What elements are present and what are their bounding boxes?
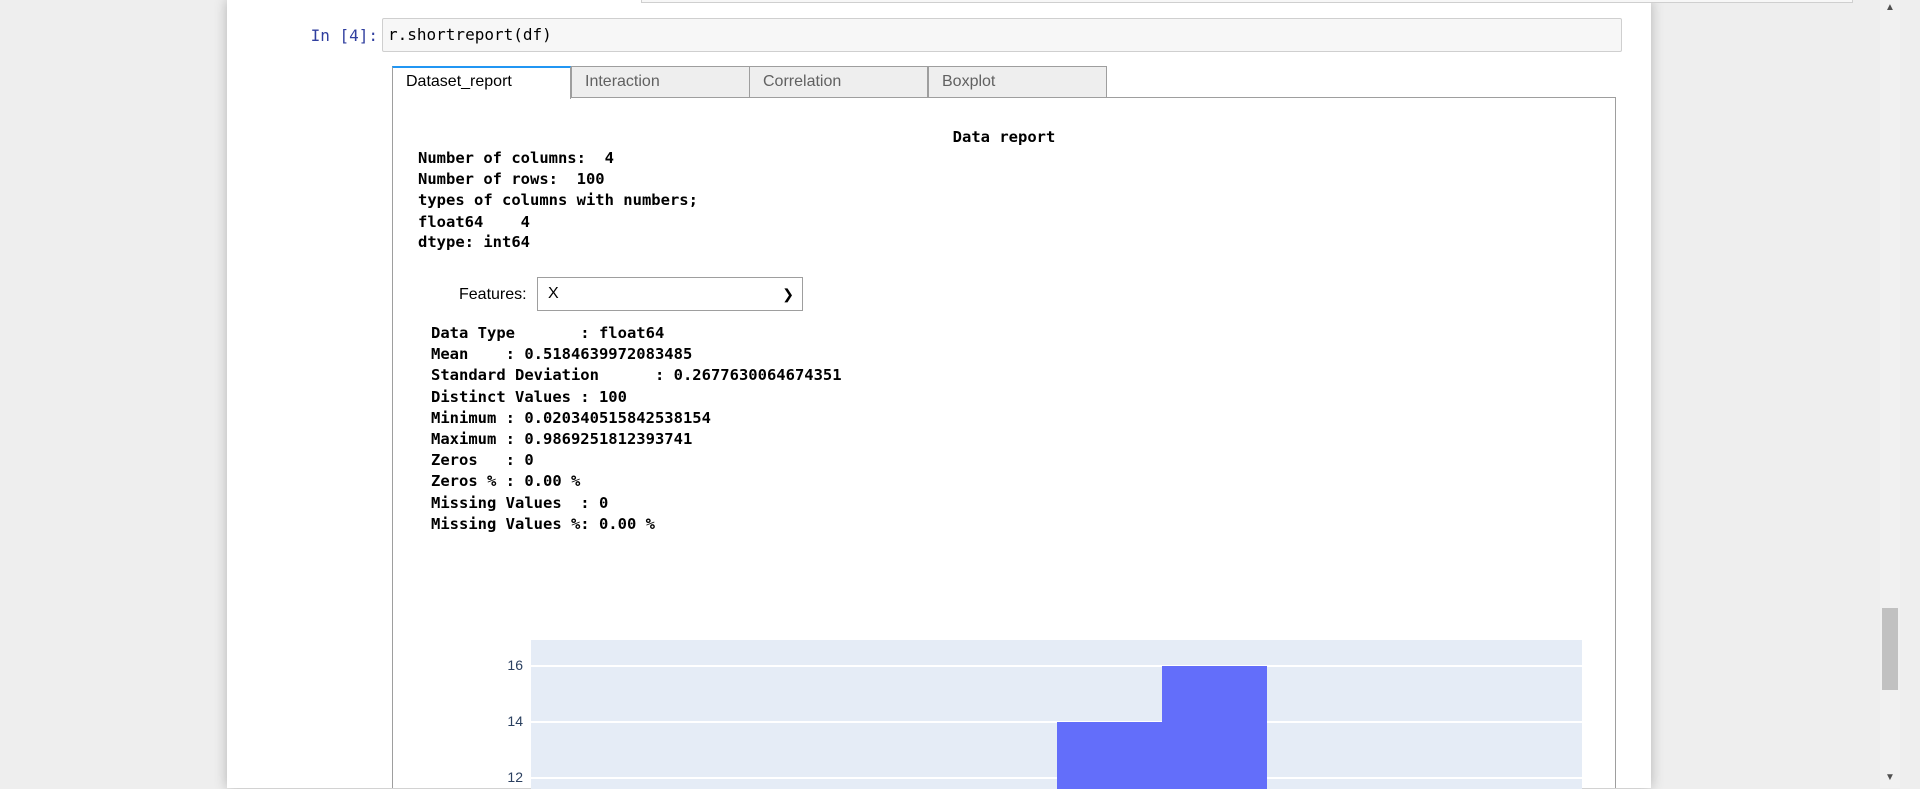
code-cell-input[interactable]: r.shortreport(df) — [382, 18, 1622, 52]
tab-correlation[interactable]: Correlation — [749, 66, 928, 98]
y-tick-label: 12 — [507, 769, 523, 786]
report-title: Data report — [952, 128, 1056, 146]
stat-line: Maximum : 0.9869251812393741 — [431, 430, 693, 448]
stat-line: Zeros : 0 — [431, 451, 534, 470]
report-line: float64 4 — [418, 213, 530, 231]
report-line: Number of columns: 4 — [418, 149, 614, 167]
features-dropdown[interactable]: X ❯ — [537, 277, 803, 311]
stat-line: Mean : 0.5184639972083485 — [431, 345, 693, 364]
tab-interaction[interactable]: Interaction — [571, 66, 750, 98]
stat-line: Missing Values : 0 — [431, 493, 609, 512]
tab-panel: Data report Number of columns: 4 Number … — [392, 97, 1616, 789]
scrollbar-thumb[interactable] — [1882, 608, 1898, 690]
stat-line: Data Type : float64 — [431, 324, 665, 342]
input-prompt: In [4]: — [310, 26, 378, 45]
tab-dataset-report[interactable]: Dataset_report — [392, 66, 571, 99]
features-value: X — [548, 285, 559, 302]
gridline — [531, 665, 1582, 668]
features-label: Features: — [459, 286, 527, 303]
histogram-bar[interactable] — [1161, 666, 1267, 789]
stat-line: Distinct Values : 100 — [431, 387, 627, 406]
tab-boxplot[interactable]: Boxplot — [928, 66, 1107, 98]
stat-line: Minimum : 0.020340515842538154 — [431, 408, 711, 427]
previous-cell[interactable] — [641, 0, 1853, 3]
histogram-plot[interactable] — [531, 640, 1582, 789]
chevron-down-icon: ❯ — [782, 286, 794, 302]
scroll-up-icon[interactable]: ▲ — [1885, 2, 1895, 13]
scroll-down-icon[interactable]: ▼ — [1885, 772, 1895, 783]
stat-line: Zeros % : 0.00 % — [431, 472, 581, 491]
y-tick-label: 14 — [507, 713, 523, 730]
stat-line: Standard Deviation : 0.2677630064674351 — [431, 366, 842, 385]
report-line: Number of rows: 100 — [418, 170, 605, 188]
stat-line: Missing Values %: 0.00 % — [431, 514, 655, 533]
y-tick-label: 16 — [507, 657, 523, 674]
report-line: types of columns with numbers; — [418, 191, 698, 209]
report-line: dtype: int64 — [418, 233, 530, 251]
histogram-bar[interactable] — [1056, 722, 1162, 789]
scrollbar[interactable]: ▲ ▼ — [1880, 0, 1900, 788]
